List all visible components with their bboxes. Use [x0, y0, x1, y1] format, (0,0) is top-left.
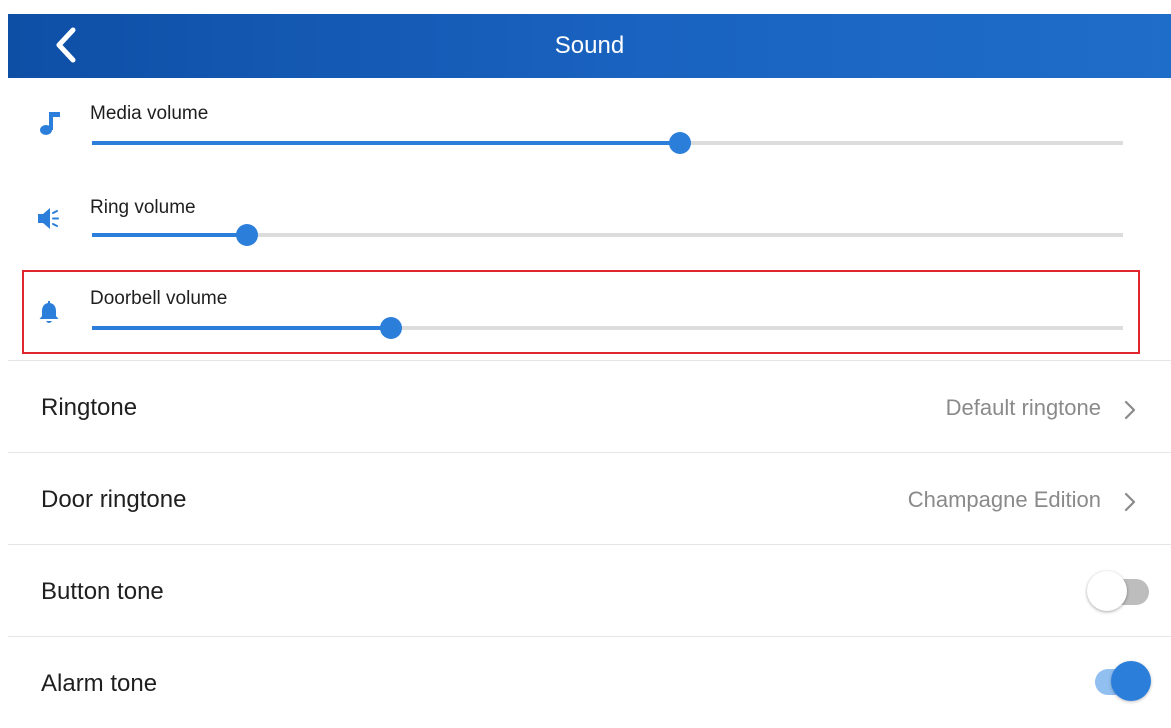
slider-thumb[interactable]	[668, 132, 691, 154]
ringtone-row[interactable]: Ringtone Default ringtone	[8, 360, 1171, 452]
ring-volume-row: Ring volume	[8, 192, 1171, 262]
doorbell-volume-row: Doorbell volume	[8, 283, 1171, 353]
bell-icon	[36, 300, 62, 326]
media-volume-label: Media volume	[90, 103, 209, 124]
button-tone-toggle[interactable]	[1087, 571, 1151, 611]
toggle-knob	[1111, 661, 1151, 701]
door-ringtone-label: Door ringtone	[41, 486, 187, 513]
door-ringtone-row[interactable]: Door ringtone Champagne Edition	[8, 452, 1171, 544]
ringtone-value: Default ringtone	[945, 395, 1101, 420]
alarm-tone-row: Alarm tone	[8, 636, 1171, 728]
slider-thumb[interactable]	[235, 224, 258, 246]
chevron-right-icon	[1123, 399, 1137, 421]
slider-thumb[interactable]	[379, 317, 402, 339]
music-note-icon	[36, 110, 62, 136]
app-bar: Sound	[8, 14, 1171, 78]
alarm-tone-label: Alarm tone	[41, 670, 158, 697]
slider-fill	[92, 233, 247, 237]
toggle-knob	[1087, 571, 1127, 611]
slider-fill	[92, 141, 680, 145]
doorbell-volume-slider[interactable]	[92, 316, 1123, 340]
speaker-icon	[36, 206, 62, 232]
ring-volume-slider[interactable]	[92, 223, 1123, 247]
chevron-right-icon	[1123, 491, 1137, 513]
ringtone-label: Ringtone	[41, 394, 138, 421]
alarm-tone-toggle[interactable]	[1087, 661, 1151, 701]
doorbell-volume-label: Doorbell volume	[90, 288, 228, 309]
media-volume-row: Media volume	[8, 98, 1171, 168]
page-title: Sound	[554, 32, 625, 59]
media-volume-slider[interactable]	[92, 131, 1123, 155]
slider-fill	[92, 326, 391, 330]
button-tone-row: Button tone	[8, 544, 1171, 636]
button-tone-label: Button tone	[41, 578, 164, 605]
door-ringtone-value: Champagne Edition	[907, 487, 1101, 512]
ring-volume-label: Ring volume	[90, 197, 196, 218]
